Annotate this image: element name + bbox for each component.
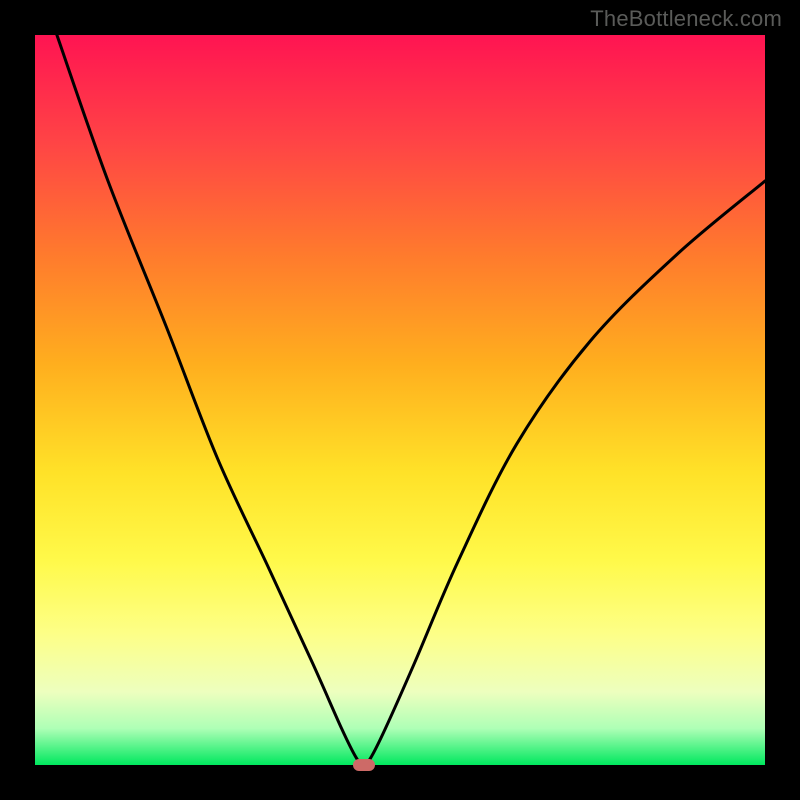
watermark-text: TheBottleneck.com xyxy=(590,6,782,32)
chart-frame: TheBottleneck.com xyxy=(0,0,800,800)
plot-area xyxy=(35,35,765,765)
optimum-marker xyxy=(353,759,375,771)
curve-svg xyxy=(35,35,765,765)
bottleneck-curve xyxy=(57,35,765,765)
